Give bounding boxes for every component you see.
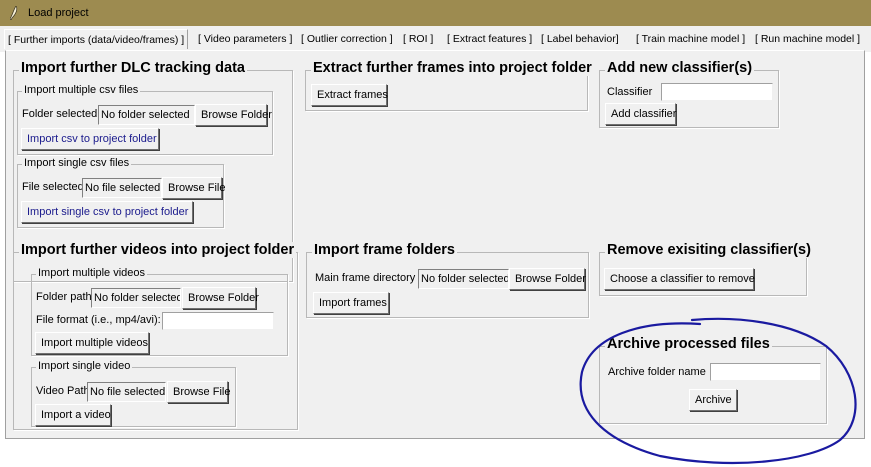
import-single-csv-button[interactable]: Import single csv to project folder bbox=[21, 201, 193, 223]
extract-frames-title: Extract further frames into project fold… bbox=[311, 60, 594, 76]
video-path-label: Video Path bbox=[36, 385, 90, 397]
browse-csv-file-button[interactable]: Browse File bbox=[162, 177, 225, 199]
video-folder-path-display: No folder selected bbox=[91, 288, 181, 308]
dlc-import-title: Import further DLC tracking data bbox=[19, 60, 247, 76]
file-format-input[interactable] bbox=[162, 312, 274, 330]
frame-folders-title: Import frame folders bbox=[312, 242, 457, 258]
multi-video-title: Import multiple videos bbox=[36, 267, 147, 279]
file-selected-label: File selected bbox=[22, 181, 84, 193]
archive-title: Archive processed files bbox=[605, 336, 772, 352]
csv-folder-path-display: No folder selected bbox=[98, 105, 195, 125]
single-csv-title: Import single csv files bbox=[22, 157, 132, 169]
video-import-title: Import further videos into project folde… bbox=[19, 242, 297, 258]
multi-video-frame: Import multiple videos Folder path No fo… bbox=[31, 267, 288, 356]
folder-path-label: Folder path bbox=[36, 291, 92, 303]
window-titlebar: Load project bbox=[0, 0, 871, 26]
browse-video-file-button[interactable]: Browse File bbox=[167, 381, 230, 403]
remove-classifier-frame: Remove exisiting classifier(s) Choose a … bbox=[599, 242, 813, 296]
archive-frame: Archive processed files Archive folder n… bbox=[599, 336, 827, 424]
import-frames-button[interactable]: Import frames bbox=[313, 292, 389, 314]
archive-button[interactable]: Archive bbox=[689, 389, 737, 411]
browse-video-folder-button[interactable]: Browse Folder bbox=[182, 287, 259, 309]
tab-roi[interactable]: [ ROI ] bbox=[403, 33, 433, 45]
multi-csv-frame: Import multiple csv files Folder selecte… bbox=[17, 84, 273, 155]
single-video-frame: Import single video Video Path No file s… bbox=[31, 360, 236, 427]
tab-further-imports[interactable]: [ Further imports (data/video/frames) ] bbox=[4, 29, 189, 49]
window-title: Load project bbox=[28, 7, 89, 19]
classifier-label: Classifier bbox=[607, 86, 653, 98]
browse-frame-folder-button[interactable]: Browse Folder bbox=[509, 268, 586, 290]
file-format-label: File format (i.e., mp4/avi): bbox=[36, 314, 161, 326]
video-import-frame: Import further videos into project folde… bbox=[13, 242, 298, 430]
import-video-button[interactable]: Import a video bbox=[35, 404, 111, 426]
browse-csv-folder-button[interactable]: Browse Folder bbox=[195, 104, 272, 126]
tab-outlier-correction[interactable]: [ Outlier correction ] bbox=[301, 33, 393, 45]
tab-run-machine-model[interactable]: [ Run machine model ] bbox=[755, 33, 860, 45]
import-csv-folder-button[interactable]: Import csv to project folder bbox=[21, 128, 159, 150]
multi-csv-title: Import multiple csv files bbox=[22, 84, 141, 96]
tab-train-machine-model[interactable]: [ Train machine model ] bbox=[636, 33, 745, 45]
add-classifier-button[interactable]: Add classifier bbox=[605, 103, 676, 125]
tab-label-behavior[interactable]: [ Label behavior] bbox=[541, 33, 619, 45]
main-frame-directory-label: Main frame directory bbox=[315, 272, 416, 284]
frame-directory-display: No folder selected bbox=[418, 269, 509, 289]
frame-folders-frame: Import frame folders Main frame director… bbox=[306, 242, 589, 318]
remove-classifier-title: Remove exisiting classifier(s) bbox=[605, 242, 813, 258]
extract-frames-button[interactable]: Extract frames bbox=[311, 84, 388, 106]
tab-extract-features[interactable]: [ Extract features ] bbox=[447, 33, 532, 45]
single-video-title: Import single video bbox=[36, 360, 133, 372]
classifier-name-input[interactable] bbox=[661, 83, 773, 101]
extract-frames-frame: Extract further frames into project fold… bbox=[305, 60, 594, 111]
remove-classifier-button[interactable]: Choose a classifier to remove bbox=[604, 268, 755, 290]
single-csv-frame: Import single csv files File selected No… bbox=[17, 157, 225, 228]
add-classifier-title: Add new classifier(s) bbox=[605, 60, 755, 76]
archive-folder-name-input[interactable] bbox=[710, 363, 821, 381]
feather-icon bbox=[10, 6, 18, 20]
folder-selected-label: Folder selected: bbox=[22, 108, 101, 120]
archive-folder-name-label: Archive folder name bbox=[608, 366, 706, 378]
tab-content-panel: Import further DLC tracking data Import … bbox=[5, 50, 865, 439]
video-path-display: No file selected bbox=[87, 382, 166, 402]
tab-video-parameters[interactable]: [ Video parameters ] bbox=[198, 33, 292, 45]
add-classifier-frame: Add new classifier(s) Classifier Add cla… bbox=[599, 60, 779, 128]
import-multiple-videos-button[interactable]: Import multiple videos bbox=[35, 332, 149, 354]
csv-file-path-display: No file selected bbox=[82, 178, 162, 198]
tab-bar: [ Further imports (data/video/frames) ] … bbox=[0, 26, 871, 52]
